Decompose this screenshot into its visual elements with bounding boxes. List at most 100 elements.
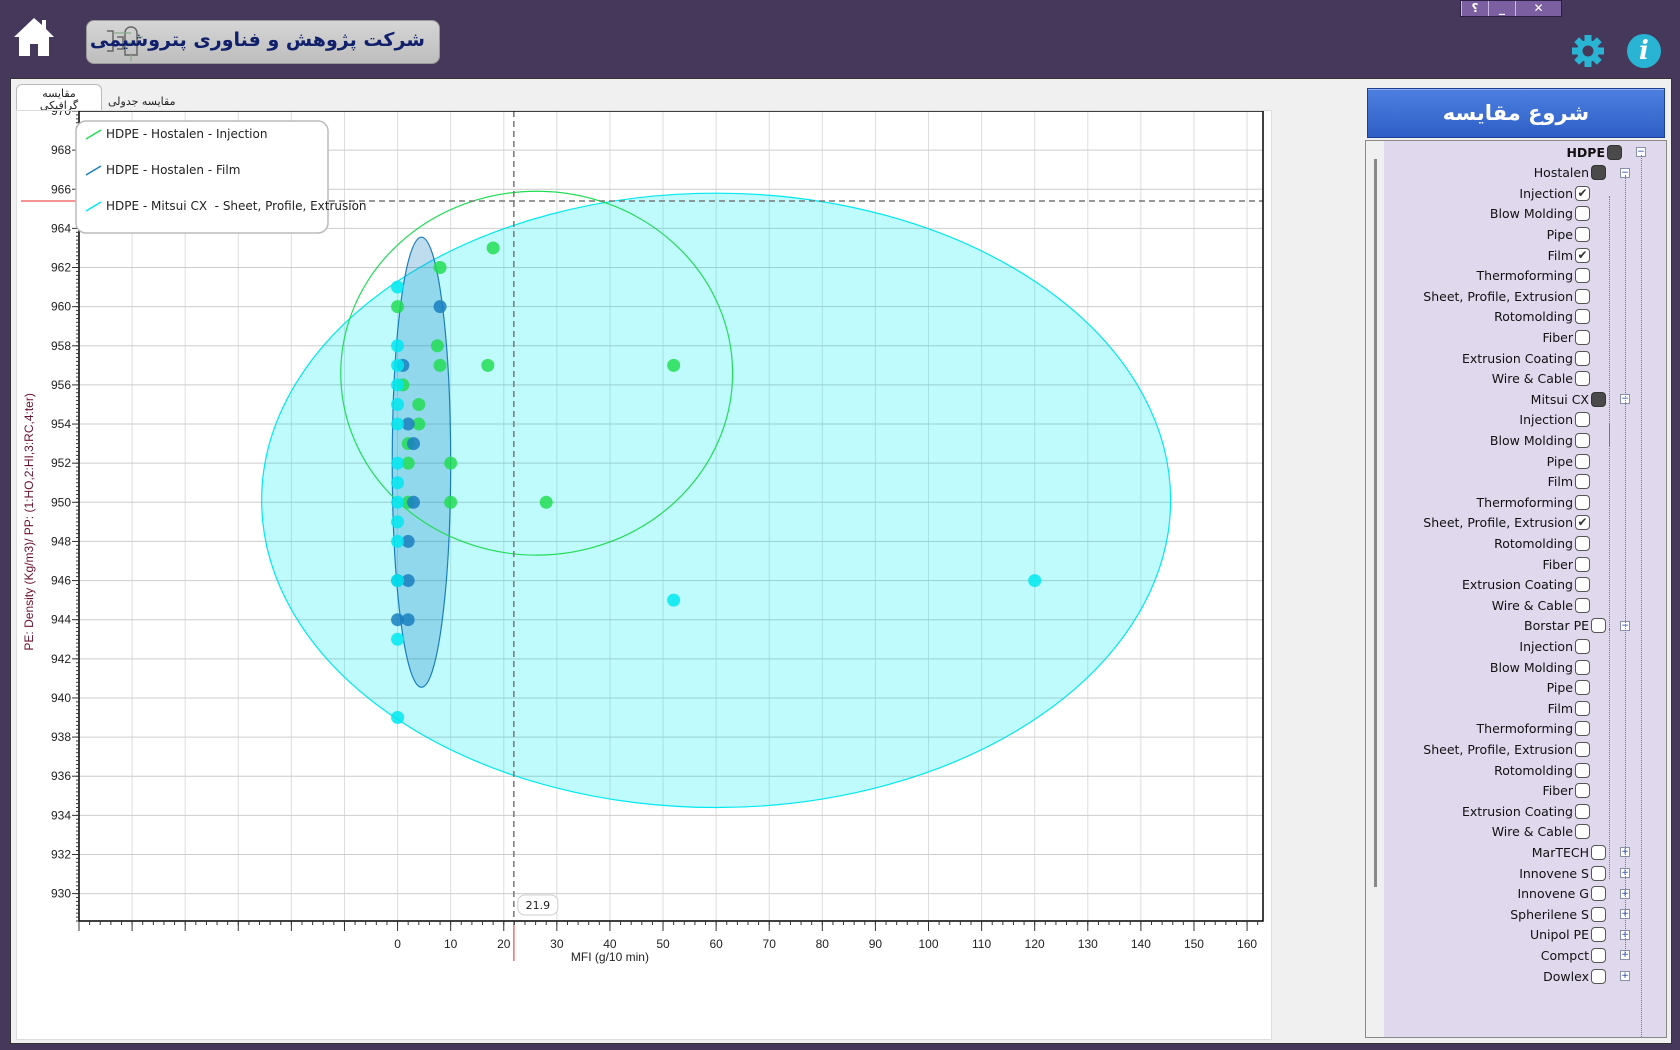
- tree-checkbox[interactable]: [1575, 329, 1590, 345]
- tree-item[interactable]: Fiber: [1542, 782, 1590, 800]
- tree-item[interactable]: Dowlex: [1543, 967, 1606, 985]
- tree-item[interactable]: Innovene G: [1517, 885, 1606, 903]
- tree-item[interactable]: Hostalen: [1534, 164, 1606, 182]
- tree-item[interactable]: Blow Molding: [1490, 205, 1590, 223]
- tree-checkbox[interactable]: [1575, 741, 1590, 757]
- tree-item[interactable]: Compct: [1541, 946, 1606, 964]
- tree-item[interactable]: Extrusion Coating: [1462, 802, 1590, 820]
- expand-icon[interactable]: +: [1620, 971, 1630, 981]
- tree-checkbox[interactable]: [1591, 844, 1606, 860]
- tree-checkbox[interactable]: [1607, 144, 1622, 160]
- tree-item[interactable]: Extrusion Coating: [1462, 349, 1590, 367]
- tree-checkbox[interactable]: [1575, 288, 1590, 304]
- tree-item[interactable]: Thermoforming: [1477, 493, 1590, 511]
- tree-item-label: Thermoforming: [1476, 721, 1573, 737]
- tree-checkbox[interactable]: [1591, 906, 1606, 922]
- tree-item-label: Extrusion Coating: [1461, 350, 1573, 366]
- gear-icon[interactable]: [1571, 34, 1605, 68]
- tree-checkbox[interactable]: [1575, 783, 1590, 799]
- y-tick-label: 950: [51, 495, 71, 509]
- data-point: [391, 456, 405, 470]
- tree-item[interactable]: Fiber: [1542, 555, 1590, 573]
- tree-item[interactable]: Unipol PE: [1530, 926, 1606, 944]
- tree-checkbox[interactable]: [1591, 618, 1606, 634]
- product-tree[interactable]: HDPE − Hostalen − Injection ✔ Blow Molding Pipe…: [1365, 140, 1667, 1038]
- tree-checkbox[interactable]: [1575, 680, 1590, 696]
- tree-checkbox[interactable]: [1575, 535, 1590, 551]
- info-icon[interactable]: i: [1627, 34, 1661, 68]
- tree-checkbox[interactable]: [1591, 968, 1606, 984]
- minimize-button[interactable]: _: [1488, 1, 1515, 16]
- tree-item[interactable]: Sheet, Profile, Extrusion ✔: [1423, 514, 1590, 532]
- chart-panel: 21.9 930 932 934 936 938 940 942 944 946 948 950 952…: [16, 110, 1272, 1040]
- tree-item[interactable]: Wire & Cable: [1492, 596, 1590, 614]
- tree-item[interactable]: Wire & Cable: [1492, 370, 1590, 388]
- tree-item[interactable]: Thermoforming: [1477, 720, 1590, 738]
- tree-checkbox[interactable]: ✔: [1575, 515, 1590, 531]
- tree-checkbox[interactable]: [1575, 659, 1590, 675]
- tree-item[interactable]: Mitsui CX: [1531, 390, 1606, 408]
- tree-checkbox[interactable]: [1575, 268, 1590, 284]
- tree-checkbox[interactable]: [1575, 412, 1590, 428]
- tree-item[interactable]: Wire & Cable: [1492, 823, 1590, 841]
- tree-checkbox[interactable]: [1591, 165, 1606, 181]
- tree-item[interactable]: Pipe: [1547, 679, 1590, 697]
- tree-checkbox[interactable]: [1575, 638, 1590, 654]
- tree-checkbox[interactable]: [1591, 391, 1606, 407]
- tree-item[interactable]: Borstar PE: [1524, 617, 1606, 635]
- tree-checkbox[interactable]: [1575, 371, 1590, 387]
- tree-item[interactable]: Extrusion Coating: [1462, 576, 1590, 594]
- tree-checkbox[interactable]: [1575, 556, 1590, 572]
- tree-checkbox[interactable]: [1575, 700, 1590, 716]
- tree-item[interactable]: Injection ✔: [1519, 184, 1590, 202]
- tree-item[interactable]: Pipe: [1547, 452, 1590, 470]
- tree-item[interactable]: Rotomolding: [1494, 761, 1590, 779]
- tree-checkbox[interactable]: [1575, 577, 1590, 593]
- tree-item[interactable]: Film: [1548, 473, 1590, 491]
- tree-checkbox[interactable]: ✔: [1575, 185, 1590, 201]
- tree-item[interactable]: Rotomolding: [1494, 308, 1590, 326]
- tree-checkbox[interactable]: [1575, 350, 1590, 366]
- tree-checkbox[interactable]: [1575, 432, 1590, 448]
- tree-item[interactable]: Sheet, Profile, Extrusion: [1423, 287, 1590, 305]
- scatter-chart[interactable]: 21.9 930 932 934 936 938 940 942 944 946 948 950 952…: [17, 111, 1273, 1041]
- tree-item[interactable]: Pipe: [1547, 225, 1590, 243]
- tree-item[interactable]: MarTECH: [1532, 843, 1606, 861]
- tree-scrollbar[interactable]: [1374, 159, 1377, 887]
- home-icon[interactable]: [12, 16, 56, 58]
- tree-checkbox[interactable]: [1575, 309, 1590, 325]
- y-tick-label: 964: [51, 221, 71, 235]
- tree-checkbox[interactable]: [1575, 474, 1590, 490]
- tree-item[interactable]: Film ✔: [1548, 246, 1590, 264]
- tree-item[interactable]: Film: [1548, 699, 1590, 717]
- tree-checkbox[interactable]: [1575, 206, 1590, 222]
- tree-item[interactable]: Sheet, Profile, Extrusion: [1423, 740, 1590, 758]
- tree-item[interactable]: Rotomolding: [1494, 534, 1590, 552]
- tree-checkbox[interactable]: [1591, 927, 1606, 943]
- tree-checkbox[interactable]: [1575, 226, 1590, 242]
- tree-item[interactable]: Thermoforming: [1477, 267, 1590, 285]
- x-tick-label: 90: [869, 937, 883, 951]
- tree-item[interactable]: Blow Molding: [1490, 658, 1590, 676]
- tree-checkbox[interactable]: [1591, 947, 1606, 963]
- tree-checkbox[interactable]: [1575, 597, 1590, 613]
- tree-checkbox[interactable]: [1575, 453, 1590, 469]
- tree-checkbox[interactable]: [1575, 824, 1590, 840]
- tree-item[interactable]: HDPE: [1566, 143, 1622, 161]
- tree-checkbox[interactable]: ✔: [1575, 247, 1590, 263]
- tree-checkbox[interactable]: [1591, 865, 1606, 881]
- tree-item[interactable]: Injection: [1519, 637, 1590, 655]
- start-comparison-button[interactable]: شروع مقایسه: [1367, 88, 1665, 138]
- tree-item[interactable]: Fiber: [1542, 328, 1590, 346]
- tree-item[interactable]: Blow Molding: [1490, 431, 1590, 449]
- tree-checkbox[interactable]: [1575, 762, 1590, 778]
- close-button[interactable]: ✕: [1515, 1, 1561, 16]
- tree-item[interactable]: Injection: [1519, 411, 1590, 429]
- tree-checkbox[interactable]: [1575, 494, 1590, 510]
- tree-item[interactable]: Innovene S: [1519, 864, 1606, 882]
- tree-item[interactable]: Spherilene S: [1510, 905, 1606, 923]
- help-button[interactable]: ؟: [1461, 1, 1488, 16]
- tree-checkbox[interactable]: [1575, 721, 1590, 737]
- tree-checkbox[interactable]: [1575, 803, 1590, 819]
- tree-checkbox[interactable]: [1591, 886, 1606, 902]
